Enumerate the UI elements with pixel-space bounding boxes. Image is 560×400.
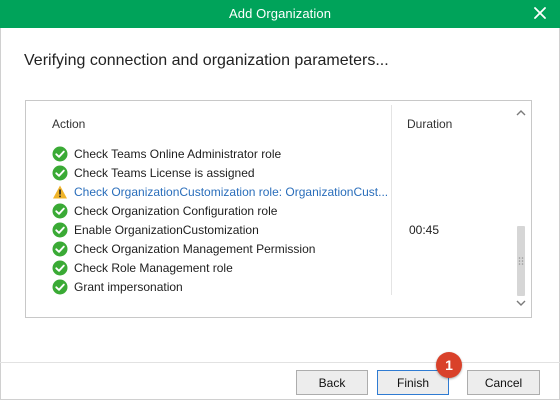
scroll-up-icon[interactable]	[514, 106, 528, 120]
table-row[interactable]: Grant impersonation	[52, 277, 512, 296]
row-action-label: Check Organization Configuration role	[74, 203, 278, 218]
scroll-track[interactable]	[517, 126, 525, 296]
row-action-label: Check Role Management role	[74, 260, 233, 275]
row-duration: 00:45	[409, 222, 440, 237]
table-row[interactable]: Check Organization Configuration role	[52, 201, 512, 220]
row-action-label: Check Teams License is assigned	[74, 165, 255, 180]
annotation-badge: 1	[436, 352, 462, 378]
table-row[interactable]: Check Teams License is assigned	[52, 163, 512, 182]
success-check-icon	[52, 203, 68, 219]
success-check-icon	[52, 241, 68, 257]
row-action-label: Enable OrganizationCustomization	[74, 222, 259, 237]
page-heading: Verifying connection and organization pa…	[24, 52, 389, 69]
warning-icon	[52, 184, 68, 200]
footer-divider	[0, 362, 560, 363]
row-action-label: Check Organization Management Permission	[74, 241, 316, 256]
column-header-duration: Duration	[407, 117, 453, 131]
verification-list: Action Duration Check Teams Online Admin…	[25, 100, 532, 318]
success-check-icon	[52, 279, 68, 295]
back-button[interactable]: Back	[296, 370, 368, 395]
window-title: Add Organization	[228, 6, 332, 21]
table-row[interactable]: Check Organization Management Permission	[52, 239, 512, 258]
row-action-label: Check Teams Online Administrator role	[74, 146, 282, 161]
table-row[interactable]: Check Teams Online Administrator role	[52, 144, 512, 163]
vertical-scrollbar[interactable]	[514, 104, 528, 314]
table-row[interactable]: Enable OrganizationCustomization 00:45	[52, 220, 512, 239]
scroll-thumb[interactable]	[517, 226, 525, 296]
close-icon[interactable]	[530, 3, 550, 23]
title-bar: Add Organization	[0, 0, 560, 28]
row-action-label[interactable]: Check OrganizationCustomization role: Or…	[74, 185, 388, 199]
success-check-icon	[52, 165, 68, 181]
scroll-down-icon[interactable]	[514, 296, 528, 310]
column-header-action: Action	[52, 117, 86, 131]
table-row[interactable]: Check Role Management role	[52, 258, 512, 277]
row-action-label: Grant impersonation	[74, 279, 183, 294]
success-check-icon	[52, 260, 68, 276]
finish-button[interactable]: Finish	[377, 370, 449, 395]
cancel-button[interactable]: Cancel	[467, 370, 540, 395]
success-check-icon	[52, 146, 68, 162]
success-check-icon	[52, 222, 68, 238]
table-row[interactable]: Check OrganizationCustomization role: Or…	[52, 182, 512, 201]
